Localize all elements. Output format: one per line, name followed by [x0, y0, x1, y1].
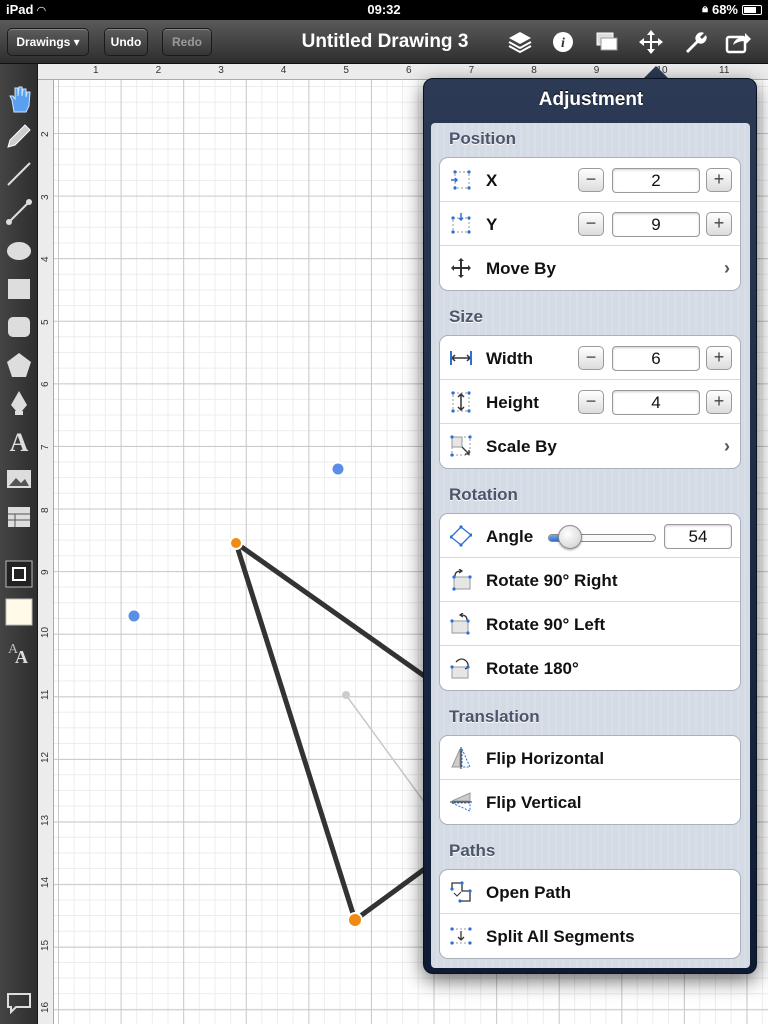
handle-blue-left: [126, 608, 142, 624]
height-icon: [451, 391, 471, 413]
split-segments-icon: [450, 927, 472, 945]
rotate-180-label: Rotate 180°: [486, 659, 579, 678]
position-group: X − 2 + Y − 9 + Move By ›: [439, 157, 741, 291]
flip-horizontal-label: Flip Horizontal: [486, 749, 605, 768]
section-header-translation: Translation: [449, 707, 540, 726]
section-header-rotation: Rotation: [449, 485, 518, 504]
open-path-row[interactable]: Open Path: [440, 870, 740, 914]
rotate-right-row[interactable]: Rotate 90° Right: [440, 558, 740, 602]
y-increment-button[interactable]: +: [706, 212, 732, 236]
y-decrement-button[interactable]: −: [578, 212, 604, 236]
x-label: X: [486, 171, 498, 190]
popover-body: Position X − 2 + Y − 9 + Move By › Size …: [431, 123, 750, 968]
rotate-right-icon: [452, 569, 472, 591]
size-group: Width − 6 + Height − 4 + Scale By ›: [439, 335, 741, 469]
section-header-paths: Paths: [449, 841, 496, 860]
width-row: Width − 6 +: [440, 336, 740, 380]
flip-vertical-icon: [450, 792, 472, 812]
y-label: Y: [486, 215, 498, 234]
chevron-right-icon: ›: [724, 436, 730, 456]
width-decrement-button[interactable]: −: [578, 346, 604, 370]
rotation-guide-line: [345, 694, 426, 804]
scale-by-label: Scale By: [486, 437, 557, 456]
rotate-left-icon: [450, 613, 470, 635]
chevron-right-icon: ›: [724, 258, 730, 278]
width-field[interactable]: 6: [612, 346, 700, 371]
y-field[interactable]: 9: [612, 212, 700, 237]
triangle-shape: [233, 540, 432, 923]
adjustment-popover: Adjustment Position X − 2 + Y − 9 + Move…: [423, 78, 757, 974]
split-segments-row[interactable]: Split All Segments: [440, 914, 740, 958]
height-decrement-button[interactable]: −: [578, 390, 604, 414]
flip-horizontal-row[interactable]: Flip Horizontal: [440, 736, 740, 780]
move-by-row[interactable]: Move By ›: [440, 246, 740, 290]
angle-field[interactable]: 54: [664, 524, 732, 549]
rotate-left-label: Rotate 90° Left: [486, 615, 606, 634]
section-header-position: Position: [449, 129, 517, 148]
rotation-center-handle: [342, 691, 350, 699]
move-by-label: Move By: [486, 259, 556, 278]
move-by-icon: [451, 258, 471, 278]
scale-by-row[interactable]: Scale By ›: [440, 424, 740, 468]
handle-blue-top: [330, 461, 346, 477]
paths-group: Open Path Split All Segments: [439, 869, 741, 959]
rotate-left-row[interactable]: Rotate 90° Left: [440, 602, 740, 646]
x-field[interactable]: 2: [612, 168, 700, 193]
rotate-180-icon: [450, 658, 470, 679]
vertex-handle-bottom: [347, 912, 363, 928]
rotate-180-row[interactable]: Rotate 180°: [440, 646, 740, 690]
flip-vertical-row[interactable]: Flip Vertical: [440, 780, 740, 824]
position-y-icon: [451, 213, 471, 234]
rotation-group: Angle 54 Rotate 90° Right Rotate 90° Lef…: [439, 513, 741, 691]
width-icon: [450, 351, 472, 365]
x-decrement-button[interactable]: −: [578, 168, 604, 192]
height-field[interactable]: 4: [612, 390, 700, 415]
angle-label: Angle: [486, 527, 534, 546]
width-label: Width: [486, 349, 534, 368]
open-path-icon: [450, 881, 472, 903]
scale-by-icon: [450, 435, 472, 457]
flip-vertical-label: Flip Vertical: [486, 793, 582, 812]
rotate-right-label: Rotate 90° Right: [486, 571, 618, 590]
open-path-label: Open Path: [486, 883, 572, 902]
position-x-icon: [451, 170, 471, 190]
x-increment-button[interactable]: +: [706, 168, 732, 192]
angle-icon: [450, 525, 472, 547]
height-increment-button[interactable]: +: [706, 390, 732, 414]
section-header-size: Size: [449, 307, 484, 326]
vertex-handle-top: [229, 536, 243, 550]
height-label: Height: [486, 393, 539, 412]
translation-group: Flip Horizontal Flip Vertical: [439, 735, 741, 825]
angle-row: Angle 54: [440, 514, 740, 558]
y-row: Y − 9 +: [440, 202, 740, 246]
popover-title: Adjustment: [538, 89, 644, 110]
x-row: X − 2 +: [440, 158, 740, 202]
width-increment-button[interactable]: +: [706, 346, 732, 370]
flip-horizontal-icon: [451, 747, 471, 769]
angle-slider-knob[interactable]: [557, 525, 582, 549]
height-row: Height − 4 +: [440, 380, 740, 424]
split-segments-label: Split All Segments: [486, 927, 635, 946]
